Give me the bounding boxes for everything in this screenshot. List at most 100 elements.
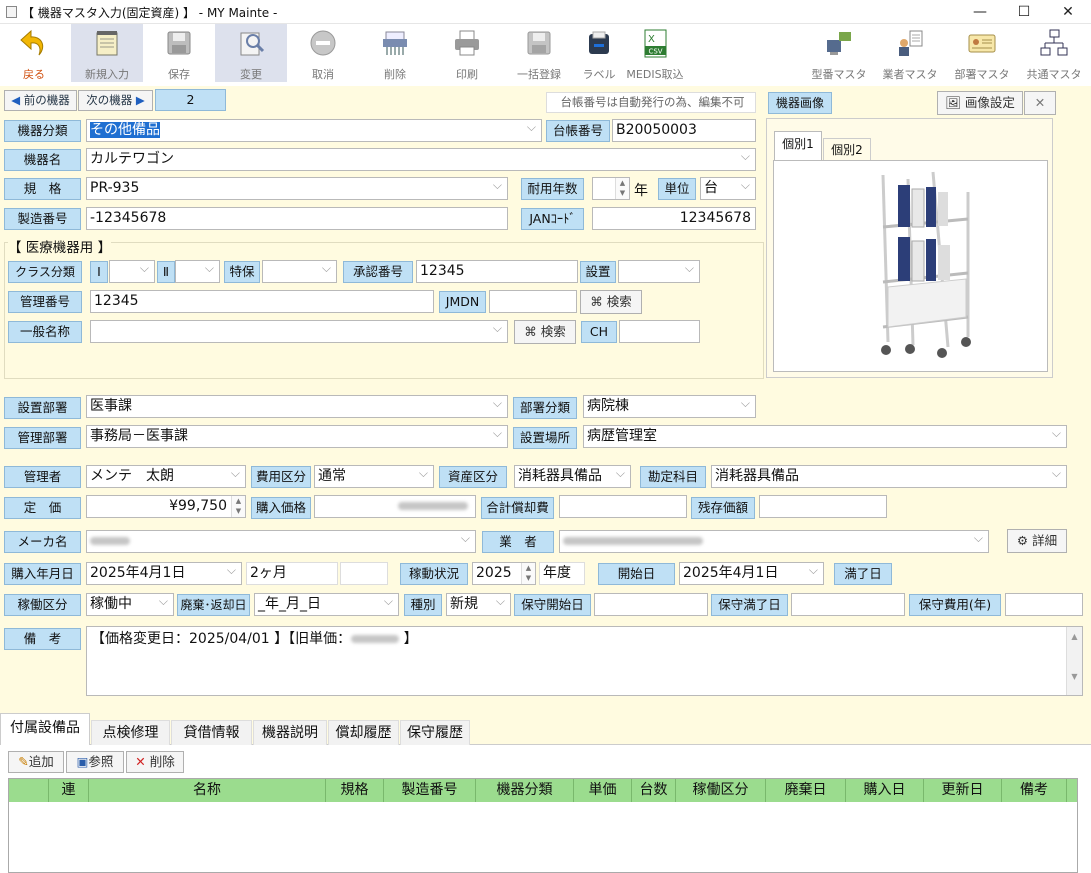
location-select[interactable]: 病歴管理室 [583,425,1067,448]
category-label: 機器分類 [4,120,81,142]
special-select[interactable] [262,260,337,283]
operation-type-label: 稼働区分 [4,594,81,616]
cancel-button[interactable]: 取消 [287,24,359,82]
remarks-scrollbar[interactable]: ▲ ▼ [1066,627,1082,695]
residual-value-field[interactable] [759,495,887,518]
image-tab-2[interactable]: 個別2 [823,138,871,161]
spinner-arrows-icon[interactable]: ▲ ▼ [521,563,535,584]
delete-button[interactable]: 削除 [359,24,431,82]
grid-column-header[interactable]: 単価 [574,779,632,802]
tab-depreciation-history[interactable]: 償却履歴 [328,720,399,746]
total-depreciation-field[interactable] [559,495,687,518]
purchase-price-field[interactable] [314,495,476,518]
generic-search-button[interactable]: ⌘ 検索 [514,320,576,344]
asset-type-label: 資産区分 [439,466,507,488]
mgmt-number-field[interactable]: 12345 [90,290,434,313]
grid-column-header[interactable]: 製造番号 [384,779,476,802]
tab-device-description[interactable]: 機器説明 [253,720,327,746]
spinner-arrows-icon[interactable]: ▲ ▼ [615,178,629,199]
clear-image-button[interactable]: ✕ [1024,91,1056,115]
grid-column-header[interactable]: 規格 [326,779,384,802]
maker-select[interactable] [86,530,476,553]
close-window-button[interactable]: ✕ [1047,0,1089,24]
edit-button[interactable]: 変更 [215,24,287,82]
manager-select[interactable]: メンテ 太朗 [86,465,246,488]
cost-type-select[interactable]: 通常 [314,465,434,488]
account-select[interactable]: 消耗器具備品 [711,465,1067,488]
bulk-register-button[interactable]: 一括登録 [503,24,575,82]
vendor-master-button[interactable]: 業者マスタ [877,24,943,82]
kind-select[interactable]: 新規 [446,593,511,616]
class-2-select[interactable] [175,260,220,283]
device-name-select[interactable]: カルテワゴン [86,148,756,171]
class-1-select[interactable] [109,260,155,283]
jan-field[interactable]: 12345678 [592,207,756,230]
back-button[interactable]: 戻る [0,24,68,82]
vendor-detail-button[interactable]: ⚙ 詳細 [1007,529,1067,553]
ledger-field[interactable]: B20050003 [612,119,756,142]
maintenance-cost-field[interactable] [1005,593,1083,616]
grid-column-header[interactable]: 名称 [89,779,326,802]
mgmt-dept-select[interactable]: 事務局－医事課 [86,425,508,448]
install-dept-select[interactable]: 医事課 [86,395,508,418]
cart-wagon-image [838,167,988,367]
spec-select[interactable]: PR-935 [86,177,508,200]
category-select[interactable]: その他備品 [86,119,542,142]
delete-row-button[interactable]: ✕ 削除 [126,751,184,773]
generic-name-select[interactable] [90,320,508,343]
remarks-textarea[interactable]: 【価格変更日：2025/04/01 】【旧単価： 】 ▲ ▼ [86,626,1083,696]
reference-button[interactable]: ▣参照 [66,751,124,773]
grid-column-header[interactable]: 更新日 [924,779,1002,802]
department-master-button[interactable]: 部署マスタ [949,24,1015,82]
grid-column-header[interactable]: 稼働区分 [676,779,766,802]
install-select[interactable] [618,260,700,283]
add-button[interactable]: ✎追加 [8,751,64,773]
image-tab-1[interactable]: 個別1 [774,131,822,161]
list-price-field[interactable]: ¥99,750 ▲ ▼ [86,495,246,518]
asset-type-select[interactable]: 消耗器具備品 [514,465,631,488]
grid-column-header[interactable]: 機器分類 [476,779,574,802]
maintenance-start-field[interactable] [594,593,708,616]
grid-column-header[interactable] [9,779,49,802]
label-button[interactable]: ラベル [575,24,623,82]
spinner-arrows-icon[interactable]: ▲ ▼ [231,496,245,517]
minimize-button[interactable]: — [959,0,1001,24]
dept-category-select[interactable]: 病院棟 [583,395,756,418]
operation-status-label: 稼動状況 [400,563,468,585]
redacted-old-price [351,635,400,643]
svg-text:X: X [648,34,655,45]
purchase-date-picker[interactable]: 2025年4月1日 [86,562,242,585]
next-record-button[interactable]: 次の機器 ▶ [78,90,153,111]
model-master-button[interactable]: 型番マスタ [807,24,871,82]
grid-column-header[interactable]: 台数 [632,779,676,802]
prev-record-button[interactable]: ◀ 前の機器 [4,90,77,111]
tab-maintenance-history[interactable]: 保守履歴 [400,720,470,746]
grid-column-header[interactable]: 購入日 [846,779,924,802]
jmdn-search-button[interactable]: ⌘ 検索 [580,290,642,314]
useful-life-field[interactable]: ▲ ▼ [592,177,630,200]
vendor-select[interactable] [559,530,989,553]
serial-field[interactable]: -12345678 [86,207,508,230]
grid-column-header[interactable]: 連 [49,779,89,802]
grid-column-header[interactable]: 廃棄日 [766,779,846,802]
approval-field[interactable]: 12345 [416,260,578,283]
common-master-button[interactable]: 共通マスタ [1021,24,1087,82]
print-button[interactable]: 印刷 [431,24,503,82]
jmdn-field[interactable] [489,290,577,313]
start-date-picker[interactable]: 2025年4月1日 [679,562,824,585]
operation-type-select[interactable]: 稼働中 [86,593,174,616]
save-button[interactable]: 保存 [143,24,215,82]
maintenance-end-field[interactable] [791,593,905,616]
maximize-button[interactable]: ☐ [1003,0,1045,24]
image-settings-button[interactable]: 🖼 画像設定 [937,91,1023,115]
grid-column-header[interactable]: 備考 [1002,779,1067,802]
tab-inspection-repair[interactable]: 点検修理 [91,720,170,746]
tab-lending-info[interactable]: 貸借情報 [171,720,252,746]
ch-field[interactable] [619,320,700,343]
tab-accessories[interactable]: 付属設備品 [0,713,90,745]
new-entry-button[interactable]: 新規入力 [71,24,143,82]
disposal-date-picker[interactable]: _年_月_日 [254,593,399,616]
medis-import-button[interactable]: CSV X MEDIS取込 [623,24,687,82]
unit-select[interactable]: 台 [700,177,756,200]
fiscal-year-field[interactable]: 2025 ▲ ▼ [472,562,536,585]
